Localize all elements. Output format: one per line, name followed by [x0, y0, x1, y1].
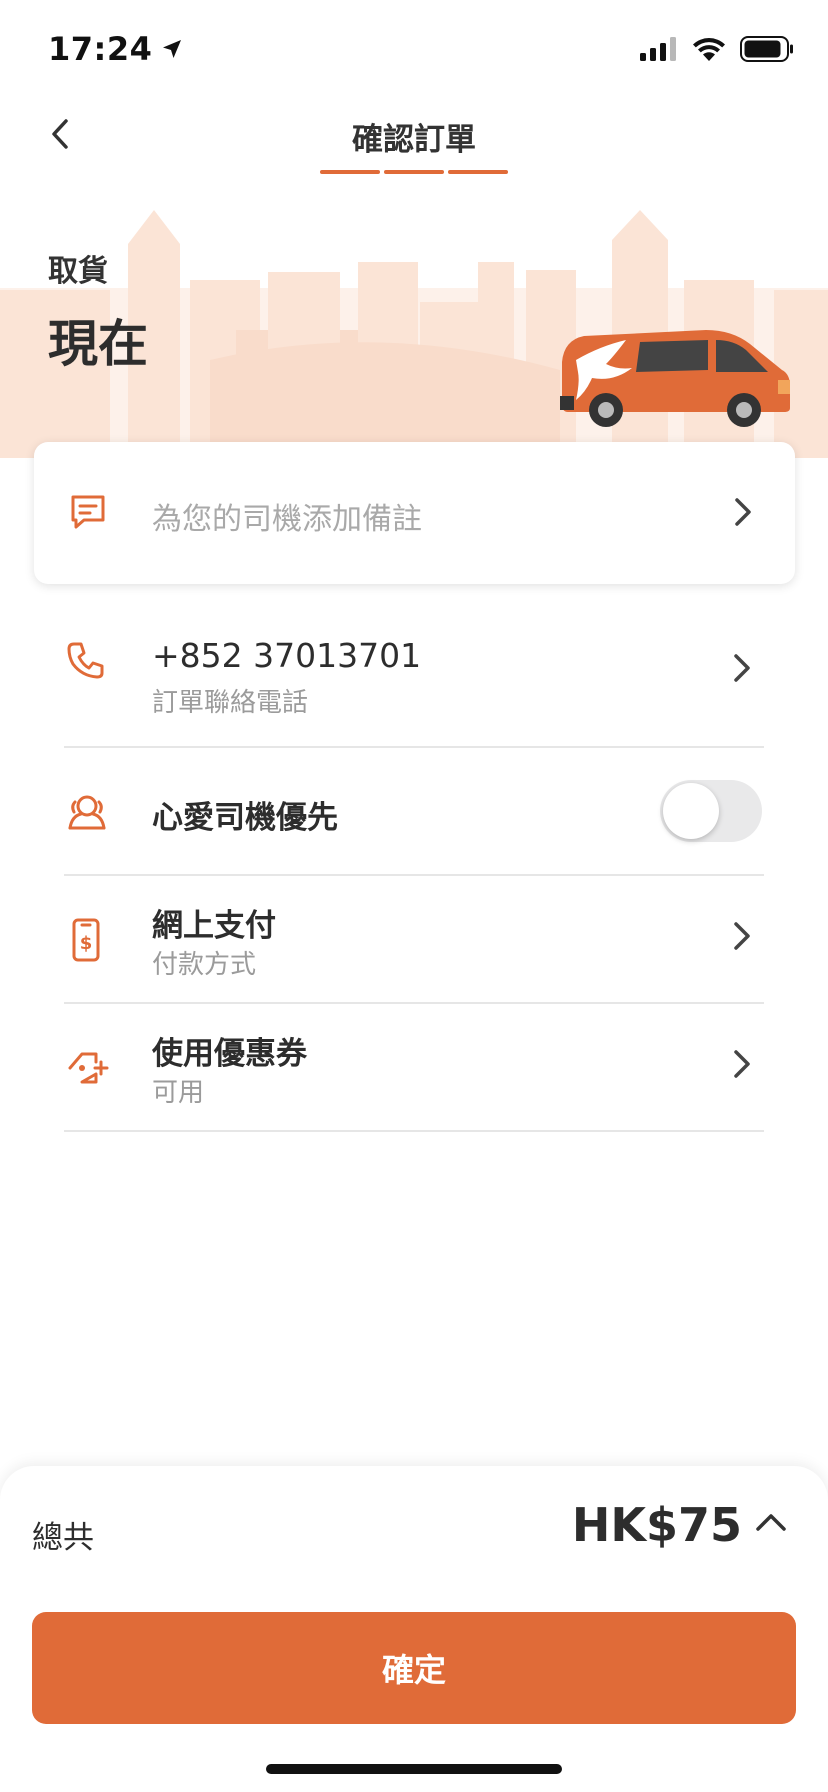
status-bar: 17:24 — [0, 0, 828, 100]
divider — [64, 1130, 764, 1132]
coupon-row[interactable]: 使用優惠券 可用 — [0, 1004, 828, 1132]
payment-method-title: 網上支付 — [152, 908, 276, 944]
favorite-driver-toggle[interactable] — [660, 780, 762, 842]
payment-method-row[interactable]: $ 網上支付 付款方式 — [0, 876, 828, 1004]
svg-text:$: $ — [80, 933, 93, 954]
toggle-knob — [663, 783, 719, 839]
coupon-title: 使用優惠券 — [152, 1036, 307, 1072]
message-icon — [71, 495, 105, 529]
pickup-time: 現在 — [48, 315, 148, 373]
driver-notes-card[interactable]: 為您的司機添加備註 — [34, 442, 795, 584]
cellular-signal-icon — [640, 37, 676, 61]
chevron-up-icon — [756, 1514, 786, 1531]
contact-phone-number: +852 37013701 — [152, 636, 422, 675]
contact-phone-label: 訂單聯絡電話 — [152, 688, 309, 718]
delivery-van-illustration — [560, 330, 790, 427]
chevron-right-icon — [735, 498, 751, 526]
home-indicator — [266, 1764, 562, 1774]
nav-header: 確認訂單 — [0, 100, 828, 180]
chevron-right-icon — [734, 922, 750, 950]
progress-step-3 — [448, 170, 508, 174]
order-summary-sheet: 總共 HK$75 確定 — [0, 1466, 828, 1792]
payment-phone-dollar-icon: $ — [72, 918, 100, 962]
payment-method-subtitle: 付款方式 — [152, 950, 257, 980]
page-title: 確認訂單 — [352, 122, 476, 158]
order-confirmation-screen: 17:24 確認訂單 取貨 現在 為您的司機添加備註 +852 37013701… — [0, 0, 828, 1792]
favorite-driver-label: 心愛司機優先 — [152, 800, 338, 836]
status-time: 17:24 — [48, 30, 153, 68]
driver-profile-icon — [68, 795, 106, 830]
location-arrow-icon — [163, 40, 182, 58]
chevron-right-icon — [734, 654, 750, 682]
step-progress — [320, 170, 508, 174]
total-label: 總共 — [32, 1520, 94, 1556]
driver-notes-placeholder: 為您的司機添加備註 — [152, 502, 422, 537]
progress-step-1 — [320, 170, 380, 174]
battery-icon — [740, 36, 793, 62]
expand-price-breakdown-button[interactable] — [754, 1510, 788, 1538]
chevron-right-icon — [734, 1050, 750, 1078]
confirm-button[interactable]: 確定 — [32, 1612, 796, 1724]
contact-phone-row[interactable]: +852 37013701 訂單聯絡電話 — [0, 600, 828, 748]
coupon-subtitle: 可用 — [152, 1078, 205, 1108]
phone-icon — [67, 642, 104, 679]
wifi-icon — [693, 38, 725, 61]
total-amount: HK$75 — [571, 1498, 742, 1552]
status-icons — [640, 36, 794, 62]
status-time-group: 17:24 — [48, 30, 184, 68]
pickup-label: 取貨 — [48, 254, 108, 289]
progress-step-2 — [384, 170, 444, 174]
pickup-hero: 取貨 現在 — [0, 210, 828, 458]
coupon-tag-icon — [68, 1052, 109, 1084]
